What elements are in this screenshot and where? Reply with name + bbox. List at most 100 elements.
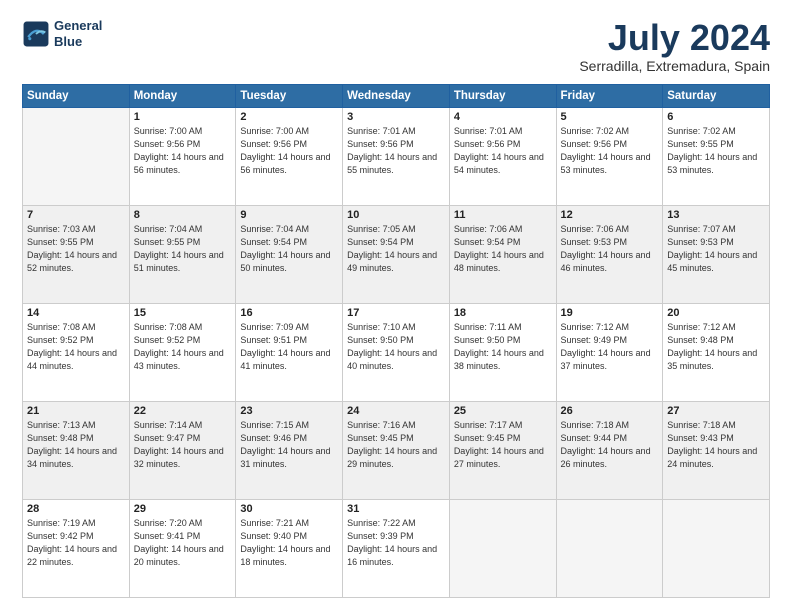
calendar-cell (449, 499, 556, 597)
calendar-cell: 7 Sunrise: 7:03 AMSunset: 9:55 PMDaylight… (23, 205, 130, 303)
cell-info: Sunrise: 7:08 AMSunset: 9:52 PMDaylight:… (27, 321, 125, 373)
day-number: 13 (667, 209, 765, 221)
calendar-cell: 8Sunrise: 7:04 AMSunset: 9:55 PMDaylight… (129, 205, 236, 303)
week-row-2: 7 Sunrise: 7:03 AMSunset: 9:55 PMDaylight… (23, 205, 770, 303)
weekday-header-monday: Monday (129, 84, 236, 107)
general-blue-logo-icon (22, 20, 50, 48)
calendar-cell: 11Sunrise: 7:06 AMSunset: 9:54 PMDayligh… (449, 205, 556, 303)
weekday-header-thursday: Thursday (449, 84, 556, 107)
calendar-cell: 17Sunrise: 7:10 AMSunset: 9:50 PMDayligh… (343, 303, 450, 401)
day-number: 7 (27, 209, 125, 221)
cell-info: Sunrise: 7:18 AMSunset: 9:44 PMDaylight:… (561, 419, 659, 471)
calendar-cell: 29Sunrise: 7:20 AMSunset: 9:41 PMDayligh… (129, 499, 236, 597)
calendar-cell: 13 Sunrise: 7:07 AMSunset: 9:53 PMDayligh… (663, 205, 770, 303)
week-row-1: 1 Sunrise: 7:00 AMSunset: 9:56 PMDaylight… (23, 107, 770, 205)
cell-info: Sunrise: 7:09 AMSunset: 9:51 PMDaylight:… (240, 321, 338, 373)
calendar-cell: 14 Sunrise: 7:08 AMSunset: 9:52 PMDayligh… (23, 303, 130, 401)
calendar-cell: 24 Sunrise: 7:16 AMSunset: 9:45 PMDayligh… (343, 401, 450, 499)
day-number: 15 (134, 307, 232, 319)
calendar-cell: 15 Sunrise: 7:08 AMSunset: 9:52 PMDayligh… (129, 303, 236, 401)
calendar-cell: 28 Sunrise: 7:19 AMSunset: 9:42 PMDayligh… (23, 499, 130, 597)
week-row-5: 28 Sunrise: 7:19 AMSunset: 9:42 PMDayligh… (23, 499, 770, 597)
cell-info: Sunrise: 7:01 AMSunset: 9:56 PMDaylight:… (454, 125, 552, 177)
calendar-cell (556, 499, 663, 597)
cell-info: Sunrise: 7:07 AMSunset: 9:53 PMDaylight:… (667, 223, 765, 275)
day-number: 16 (240, 307, 338, 319)
calendar-cell: 12 Sunrise: 7:06 AMSunset: 9:53 PMDayligh… (556, 205, 663, 303)
day-number: 14 (27, 307, 125, 319)
day-number: 12 (561, 209, 659, 221)
calendar-cell: 23 Sunrise: 7:15 AMSunset: 9:46 PMDayligh… (236, 401, 343, 499)
weekday-header-wednesday: Wednesday (343, 84, 450, 107)
calendar-cell: 30Sunrise: 7:21 AMSunset: 9:40 PMDayligh… (236, 499, 343, 597)
logo: General Blue (22, 18, 102, 49)
cell-info: Sunrise: 7:06 AMSunset: 9:54 PMDaylight:… (454, 223, 552, 275)
calendar-cell: 18 Sunrise: 7:11 AMSunset: 9:50 PMDayligh… (449, 303, 556, 401)
cell-info: Sunrise: 7:03 AMSunset: 9:55 PMDaylight:… (27, 223, 125, 275)
cell-info: Sunrise: 7:06 AMSunset: 9:53 PMDaylight:… (561, 223, 659, 275)
cell-info: Sunrise: 7:16 AMSunset: 9:45 PMDaylight:… (347, 419, 445, 471)
day-number: 24 (347, 405, 445, 417)
day-number: 4 (454, 111, 552, 123)
day-number: 10 (347, 209, 445, 221)
logo-text: General Blue (54, 18, 102, 49)
cell-info: Sunrise: 7:19 AMSunset: 9:42 PMDaylight:… (27, 517, 125, 569)
logo-line2: Blue (54, 34, 102, 50)
calendar-cell: 21Sunrise: 7:13 AMSunset: 9:48 PMDayligh… (23, 401, 130, 499)
header: General Blue July 2024 Serradilla, Extre… (22, 18, 770, 74)
calendar-cell: 6Sunrise: 7:02 AMSunset: 9:55 PMDaylight… (663, 107, 770, 205)
page: General Blue July 2024 Serradilla, Extre… (0, 0, 792, 612)
cell-info: Sunrise: 7:02 AMSunset: 9:55 PMDaylight:… (667, 125, 765, 177)
weekday-header-saturday: Saturday (663, 84, 770, 107)
day-number: 8 (134, 209, 232, 221)
weekday-header-sunday: Sunday (23, 84, 130, 107)
day-number: 22 (134, 405, 232, 417)
day-number: 31 (347, 503, 445, 515)
cell-info: Sunrise: 7:18 AMSunset: 9:43 PMDaylight:… (667, 419, 765, 471)
cell-info: Sunrise: 7:12 AMSunset: 9:48 PMDaylight:… (667, 321, 765, 373)
day-number: 28 (27, 503, 125, 515)
calendar-cell (663, 499, 770, 597)
cell-info: Sunrise: 7:00 AMSunset: 9:56 PMDaylight:… (240, 125, 338, 177)
title-block: July 2024 Serradilla, Extremadura, Spain (579, 18, 770, 74)
cell-info: Sunrise: 7:01 AMSunset: 9:56 PMDaylight:… (347, 125, 445, 177)
calendar-cell: 20 Sunrise: 7:12 AMSunset: 9:48 PMDayligh… (663, 303, 770, 401)
week-row-3: 14 Sunrise: 7:08 AMSunset: 9:52 PMDayligh… (23, 303, 770, 401)
cell-info: Sunrise: 7:22 AMSunset: 9:39 PMDaylight:… (347, 517, 445, 569)
cell-info: Sunrise: 7:08 AMSunset: 9:52 PMDaylight:… (134, 321, 232, 373)
calendar-cell: 22 Sunrise: 7:14 AMSunset: 9:47 PMDayligh… (129, 401, 236, 499)
calendar-cell: 9 Sunrise: 7:04 AMSunset: 9:54 PMDaylight… (236, 205, 343, 303)
calendar-cell (23, 107, 130, 205)
calendar-cell: 27 Sunrise: 7:18 AMSunset: 9:43 PMDayligh… (663, 401, 770, 499)
cell-info: Sunrise: 7:02 AMSunset: 9:56 PMDaylight:… (561, 125, 659, 177)
weekday-header-tuesday: Tuesday (236, 84, 343, 107)
calendar-cell: 16 Sunrise: 7:09 AMSunset: 9:51 PMDayligh… (236, 303, 343, 401)
calendar-cell: 25 Sunrise: 7:17 AMSunset: 9:45 PMDayligh… (449, 401, 556, 499)
cell-info: Sunrise: 7:04 AMSunset: 9:54 PMDaylight:… (240, 223, 338, 275)
calendar-table: SundayMondayTuesdayWednesdayThursdayFrid… (22, 84, 770, 598)
day-number: 23 (240, 405, 338, 417)
day-number: 9 (240, 209, 338, 221)
main-title: July 2024 (579, 18, 770, 58)
day-number: 20 (667, 307, 765, 319)
cell-info: Sunrise: 7:12 AMSunset: 9:49 PMDaylight:… (561, 321, 659, 373)
calendar-cell: 3 Sunrise: 7:01 AMSunset: 9:56 PMDaylight… (343, 107, 450, 205)
cell-info: Sunrise: 7:14 AMSunset: 9:47 PMDaylight:… (134, 419, 232, 471)
day-number: 1 (134, 111, 232, 123)
day-number: 3 (347, 111, 445, 123)
cell-info: Sunrise: 7:17 AMSunset: 9:45 PMDaylight:… (454, 419, 552, 471)
day-number: 18 (454, 307, 552, 319)
weekday-header-friday: Friday (556, 84, 663, 107)
calendar-cell: 31 Sunrise: 7:22 AMSunset: 9:39 PMDayligh… (343, 499, 450, 597)
day-number: 19 (561, 307, 659, 319)
cell-info: Sunrise: 7:05 AMSunset: 9:54 PMDaylight:… (347, 223, 445, 275)
cell-info: Sunrise: 7:21 AMSunset: 9:40 PMDaylight:… (240, 517, 338, 569)
day-number: 25 (454, 405, 552, 417)
day-number: 27 (667, 405, 765, 417)
cell-info: Sunrise: 7:15 AMSunset: 9:46 PMDaylight:… (240, 419, 338, 471)
cell-info: Sunrise: 7:11 AMSunset: 9:50 PMDaylight:… (454, 321, 552, 373)
calendar-cell: 19 Sunrise: 7:12 AMSunset: 9:49 PMDayligh… (556, 303, 663, 401)
day-number: 26 (561, 405, 659, 417)
cell-info: Sunrise: 7:10 AMSunset: 9:50 PMDaylight:… (347, 321, 445, 373)
day-number: 5 (561, 111, 659, 123)
